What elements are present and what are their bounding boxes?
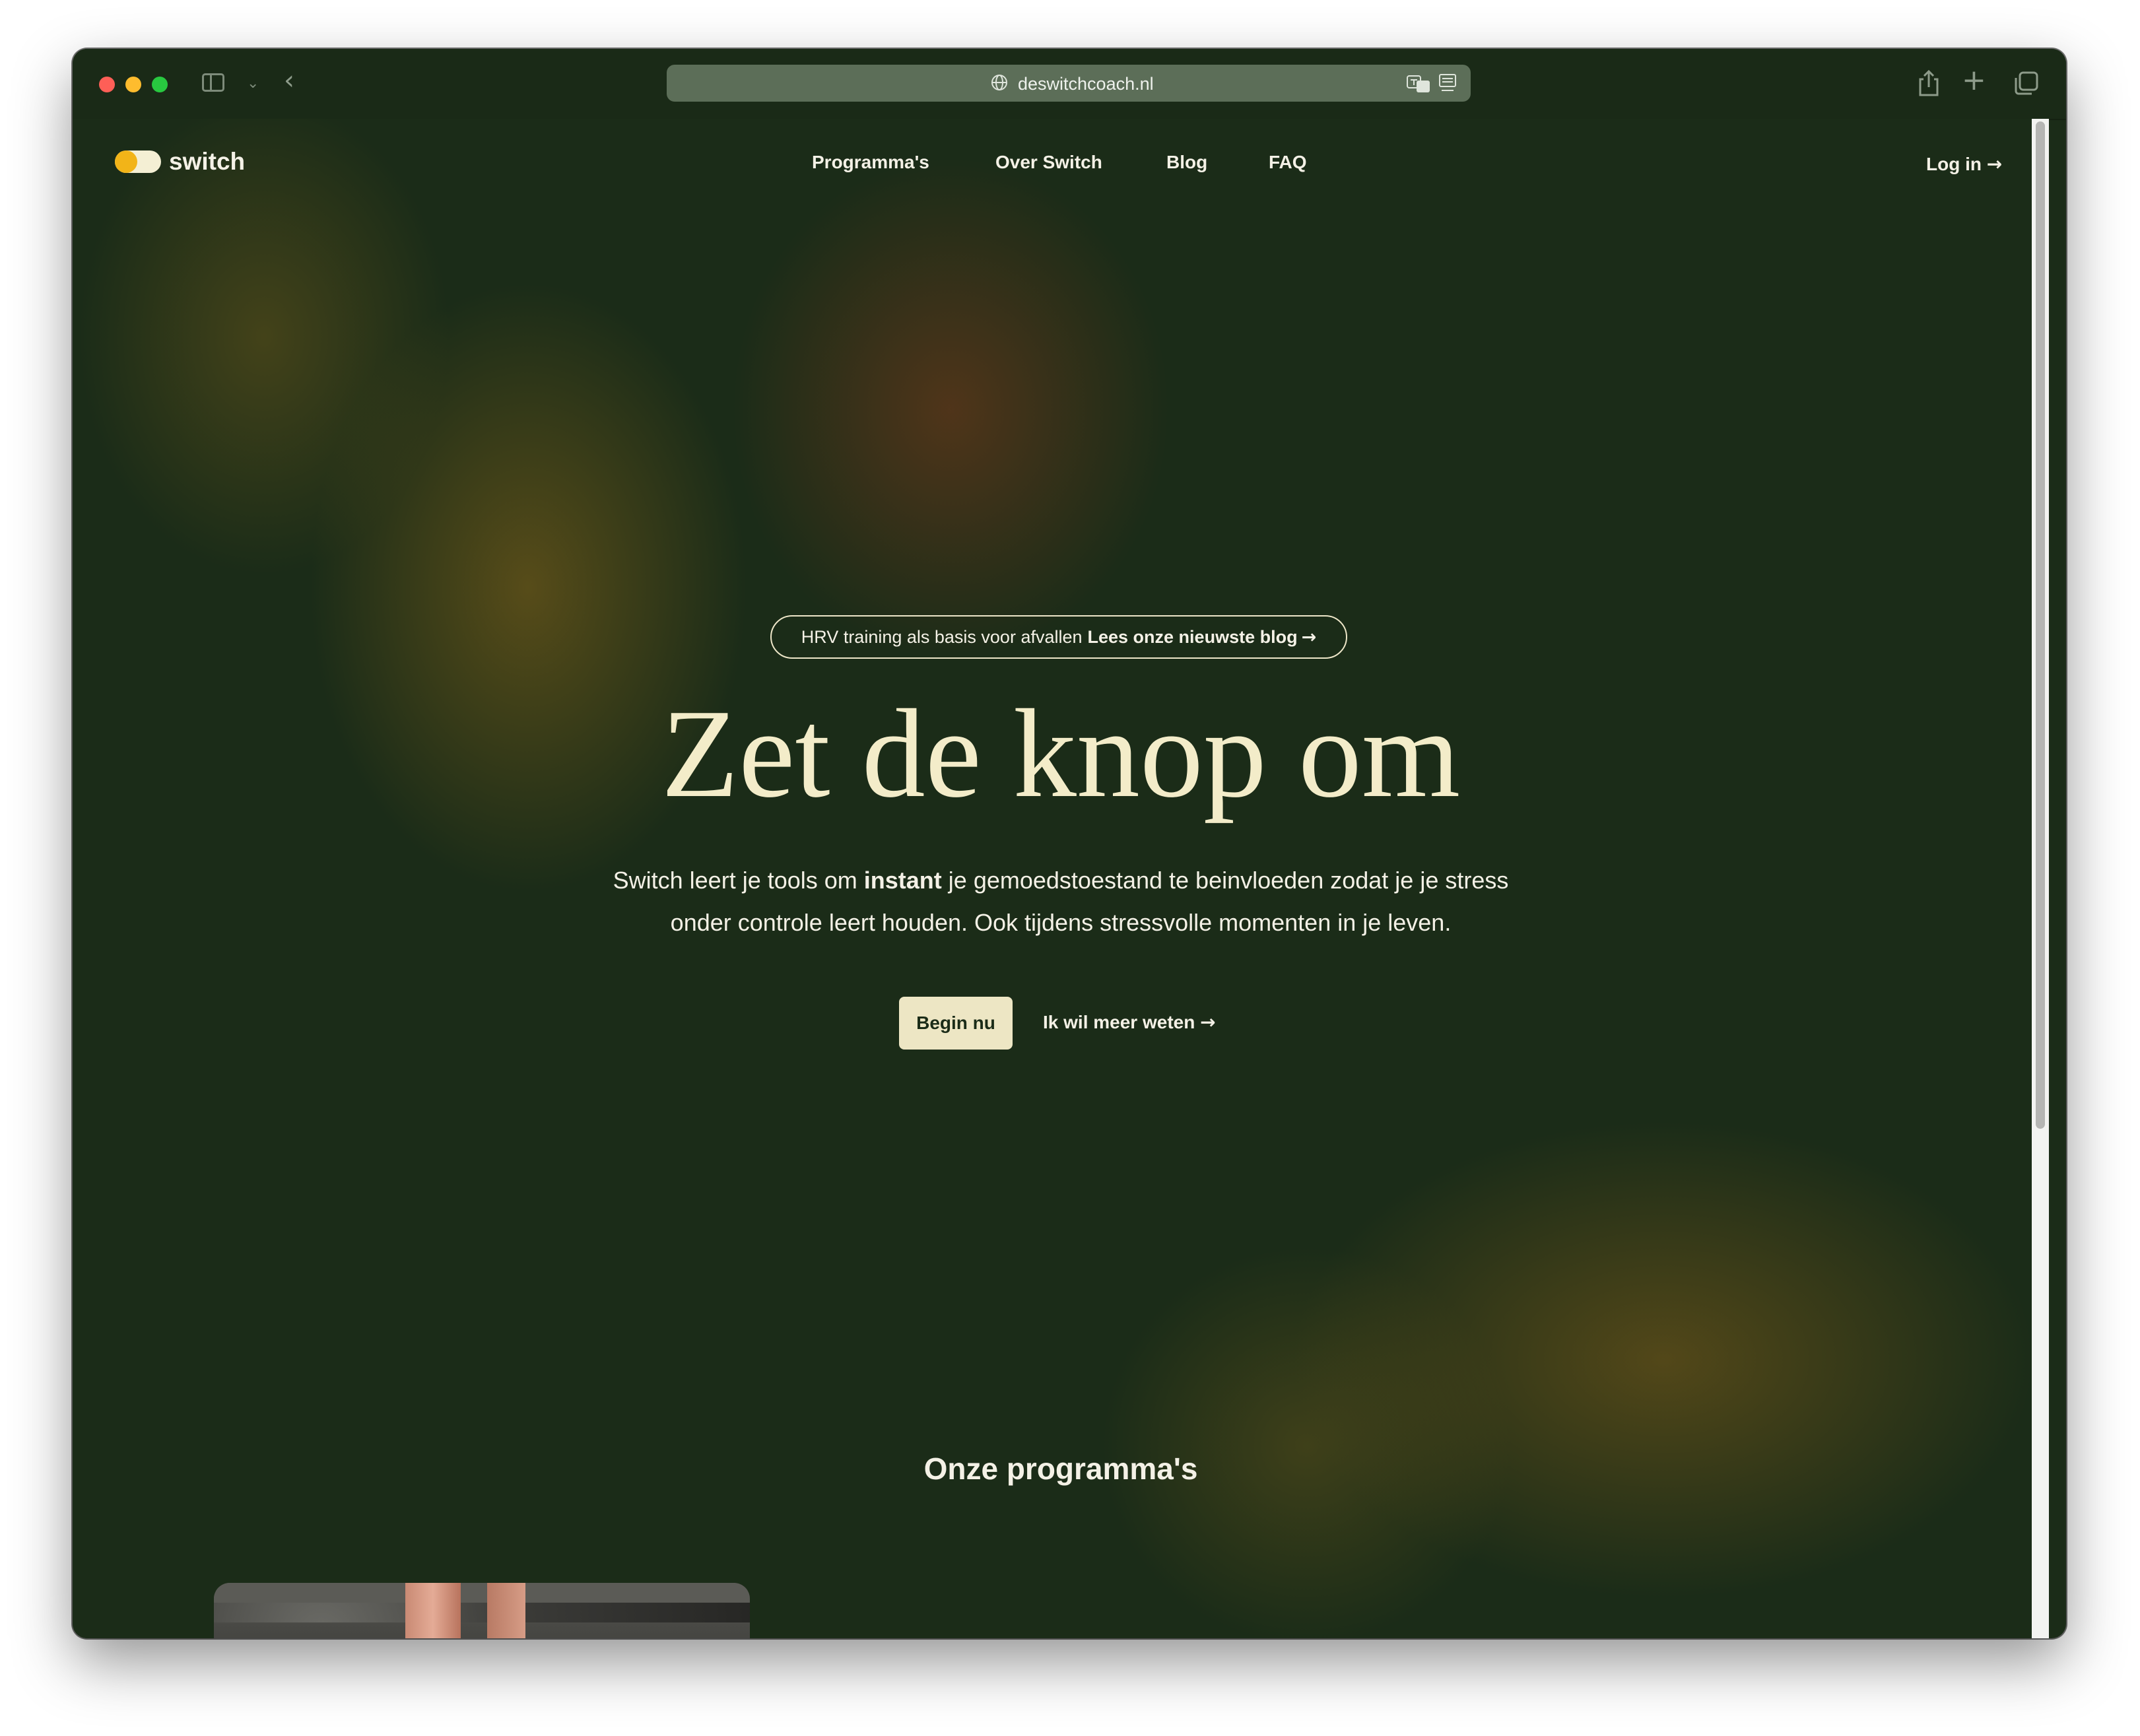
announcement-pill[interactable]: HRV training als basis voor afvallen Lee… xyxy=(770,615,1347,659)
hero-title: Zet de knop om xyxy=(661,683,1461,824)
runner-leg-image-part xyxy=(487,1583,525,1638)
address-bar[interactable]: deswitchcoach.nl xyxy=(667,65,1471,102)
scrollbar-thumb[interactable] xyxy=(2036,121,2045,1129)
hero-subtitle-start: Switch leert je tools om xyxy=(613,867,864,894)
url-text: deswitchcoach.nl xyxy=(1018,74,1154,94)
site-logo[interactable]: switch xyxy=(115,148,245,176)
scrollbar[interactable] xyxy=(2032,119,2049,1638)
announcement-text: HRV training als basis voor afvallen xyxy=(801,626,1083,647)
reader-mode-icon[interactable] xyxy=(1438,73,1457,94)
login-label: Log in xyxy=(1926,154,1982,174)
nav-faq[interactable]: FAQ xyxy=(1269,152,1307,173)
browser-window: ⌄ ‹ deswitchcoach.nl + switch Programma'… xyxy=(73,49,2066,1638)
browser-toolbar: ⌄ ‹ deswitchcoach.nl + xyxy=(73,49,2066,120)
arrow-right-icon: → xyxy=(1301,626,1317,648)
program-card-image[interactable] xyxy=(214,1583,750,1638)
programs-section-title: Onze programma's xyxy=(923,1452,1198,1486)
translate-icon[interactable] xyxy=(1406,74,1431,94)
arrow-right-icon: → xyxy=(1986,153,2003,175)
share-icon[interactable] xyxy=(1917,69,1941,98)
switch-toggle-icon xyxy=(115,150,161,173)
learn-more-label: Ik wil meer weten xyxy=(1043,1012,1195,1032)
close-window-button[interactable] xyxy=(99,77,115,92)
nav-over-switch[interactable]: Over Switch xyxy=(995,152,1102,173)
announcement-link: Lees onze nieuwste blog xyxy=(1087,626,1298,647)
back-icon[interactable]: ‹ xyxy=(284,67,294,94)
hero-subtitle-emphasis: instant xyxy=(863,867,942,894)
tab-overview-icon[interactable] xyxy=(2013,70,2040,96)
learn-more-link[interactable]: Ik wil meer weten → xyxy=(1043,1011,1216,1033)
stair-step-image-part xyxy=(214,1583,750,1603)
minimize-window-button[interactable] xyxy=(125,77,141,92)
stair-image-part xyxy=(214,1622,750,1638)
begin-now-button[interactable]: Begin nu xyxy=(899,997,1013,1050)
arrow-right-icon: → xyxy=(1200,1011,1216,1033)
logo-text: switch xyxy=(169,148,246,175)
login-link[interactable]: Log in → xyxy=(1926,153,2002,175)
runner-leg-image-part xyxy=(405,1583,461,1638)
nav-blog[interactable]: Blog xyxy=(1166,152,1207,173)
zoom-window-button[interactable] xyxy=(152,77,168,92)
new-tab-icon[interactable]: + xyxy=(1962,66,1986,95)
chevron-down-icon[interactable]: ⌄ xyxy=(247,75,259,92)
sidebar-toggle-icon[interactable] xyxy=(202,73,224,92)
hero-subtitle: Switch leert je tools om instant je gemo… xyxy=(601,859,1521,944)
globe-icon xyxy=(991,75,1007,90)
page-viewport: switch Programma's Over Switch Blog FAQ … xyxy=(73,119,2049,1638)
nav-programmas[interactable]: Programma's xyxy=(812,152,929,173)
